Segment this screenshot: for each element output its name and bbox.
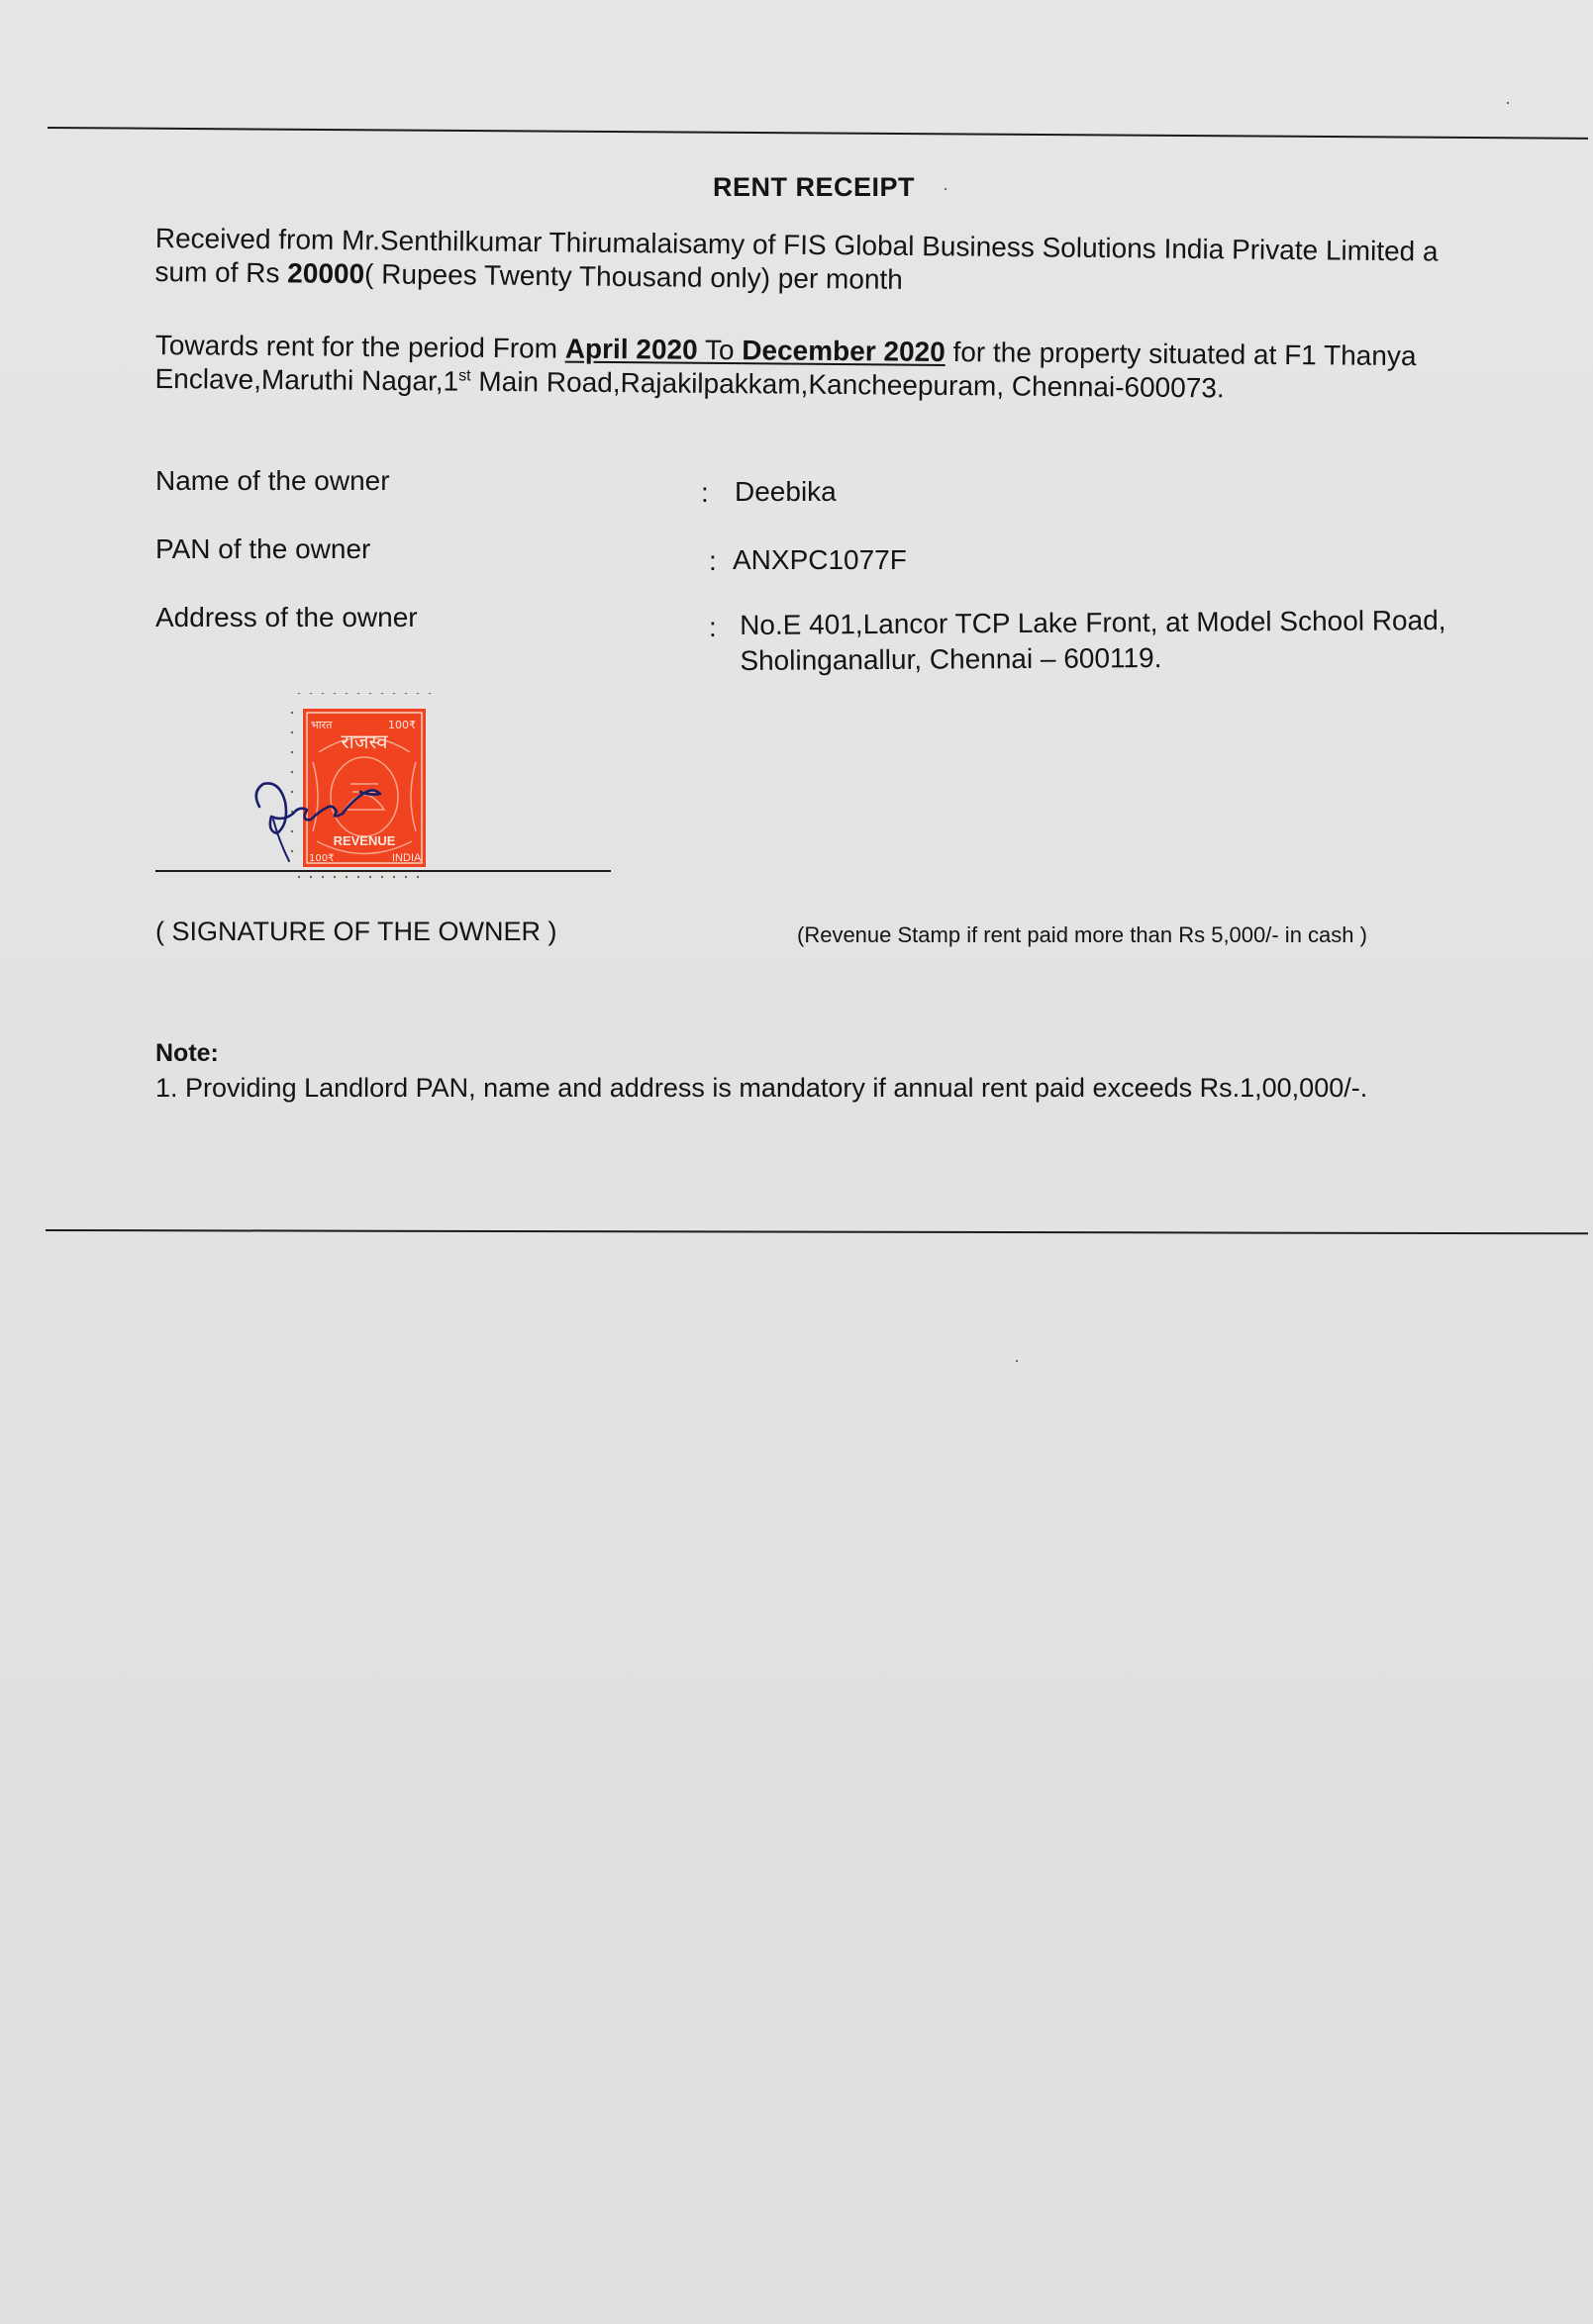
address-colon: :	[709, 612, 717, 642]
note-item-1: 1. Providing Landlord PAN, name and addr…	[155, 1073, 1368, 1103]
receipt-page: RENT RECEIPT Received from Mr.Senthilkum…	[0, 0, 1593, 2324]
owner-name-value: Deebika	[735, 476, 837, 507]
amount-in-words: ( Rupees Twenty Thousand only) per month	[363, 258, 903, 295]
received-from-paragraph: Received from Mr.Senthilkumar Thirumalai…	[154, 222, 1438, 303]
period-prefix: Towards rent for the period From	[154, 329, 565, 364]
period-to-word: To	[697, 334, 743, 366]
revenue-stamp-note: (Revenue Stamp if rent paid more than Rs…	[797, 922, 1367, 947]
address-value: No.E 401,Lancor TCP Lake Front, at Model…	[740, 603, 1446, 679]
pan-colon: :	[709, 545, 717, 576]
property-address-end: Main Road,Rajakilpakkam,Kancheepuram, Ch…	[470, 365, 1225, 404]
bottom-divider	[45, 1229, 1588, 1235]
pan-label: PAN of the owner	[155, 533, 371, 564]
sum-prefix: sum of Rs	[154, 255, 288, 289]
receipt-title: RENT RECEIPT	[713, 172, 916, 202]
address-line-1: No.E 401,Lancor TCP Lake Front, at Model…	[740, 605, 1446, 640]
signature-caption: ( SIGNATURE OF THE OWNER )	[155, 917, 557, 946]
top-divider	[47, 127, 1588, 140]
owner-name-colon: :	[701, 477, 709, 508]
owner-name-label: Name of the owner	[155, 465, 390, 496]
rent-period-paragraph: Towards rent for the period From April 2…	[154, 329, 1416, 407]
scan-speck	[1507, 102, 1509, 104]
signature-line	[155, 870, 611, 872]
property-address-start: Enclave,Maruthi Nagar,1	[154, 362, 459, 397]
pan-value: ANXPC1077F	[733, 544, 907, 575]
scan-speck	[945, 188, 946, 190]
stamp-top-left: भारत	[311, 719, 333, 731]
period-to: December 2020	[742, 335, 946, 367]
period-from: April 2020	[564, 333, 698, 365]
rent-amount: 20000	[287, 257, 365, 290]
address-line-2: Sholinganallur, Chennai – 600119.	[740, 642, 1162, 676]
scan-speck	[1016, 1360, 1018, 1362]
ordinal-suffix: st	[458, 367, 471, 385]
note-heading: Note:	[155, 1039, 219, 1067]
owner-signature	[254, 782, 382, 862]
stamp-devanagari: राजस्व	[341, 729, 388, 753]
property-prefix: for the property situated at F1 Thanya	[945, 336, 1417, 372]
address-label: Address of the owner	[155, 602, 418, 632]
stamp-top-right: 100₹	[388, 719, 416, 731]
